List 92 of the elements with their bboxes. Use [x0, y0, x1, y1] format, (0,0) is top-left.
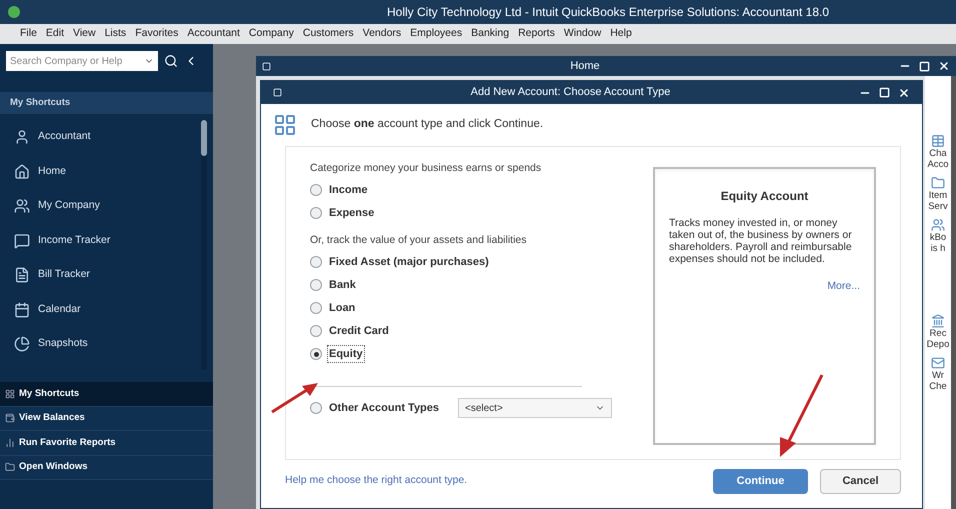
- search-field[interactable]: Search Company or Help: [6, 51, 158, 71]
- menu-item[interactable]: Accountant: [187, 26, 240, 42]
- home-item-label: kBo: [930, 232, 946, 243]
- sidebar-item[interactable]: Calendar: [0, 292, 202, 327]
- account-list-icon: [273, 113, 297, 137]
- radio-label[interactable]: Expense: [327, 204, 376, 222]
- sidebar-section[interactable]: My Shortcuts: [0, 382, 214, 406]
- home-item-label: Item: [928, 190, 948, 201]
- window-menu-icon[interactable]: [262, 62, 271, 70]
- cancel-button[interactable]: Cancel: [820, 468, 901, 494]
- sidebar-section[interactable]: View Balances: [0, 406, 214, 431]
- sidebar-header: My Shortcuts: [0, 92, 214, 114]
- radio-button[interactable]: [310, 256, 322, 268]
- menu-item[interactable]: Favorites: [135, 26, 178, 42]
- sidebar-section[interactable]: Open Windows: [0, 456, 214, 480]
- menu-item[interactable]: Company: [248, 26, 294, 42]
- pie-chart-icon: [14, 336, 30, 352]
- home-item-label: Rec: [930, 328, 946, 339]
- radio-label[interactable]: Fixed Asset (major purchases): [327, 252, 491, 272]
- maximize-icon[interactable]: [878, 87, 890, 98]
- menu-item[interactable]: Reports: [518, 26, 555, 42]
- search-icon[interactable]: [164, 54, 178, 68]
- house-icon: [14, 164, 30, 180]
- calendar-icon: [14, 302, 30, 318]
- radio-label[interactable]: Income: [327, 181, 370, 200]
- instruction-text: Choose one account type and click Continue.: [311, 117, 544, 132]
- menu-item[interactable]: Banking: [471, 26, 510, 42]
- home-title: Home: [570, 58, 600, 74]
- radio-label[interactable]: Other Account Types: [327, 398, 442, 418]
- grid-icon: [5, 388, 15, 399]
- folder-icon: [5, 462, 15, 472]
- radio-label[interactable]: Bank: [327, 276, 358, 294]
- document-icon: [14, 267, 30, 284]
- home-item-label: Depo: [926, 339, 950, 350]
- window-title: Holly City Technology Ltd - Intuit QuickBooks Enterprise Solutions: Accountant 18.0: [386, 4, 830, 21]
- close-icon[interactable]: [938, 60, 950, 72]
- people-icon[interactable]: [931, 218, 945, 232]
- menu-item[interactable]: Customers: [302, 26, 354, 42]
- table-icon[interactable]: [931, 134, 945, 148]
- help-link[interactable]: Help me choose the right account type.: [285, 473, 468, 489]
- radio-button[interactable]: [310, 302, 322, 314]
- maximize-icon[interactable]: [919, 60, 930, 72]
- description-title: Equity Account: [720, 188, 810, 205]
- radio-label[interactable]: Credit Card: [327, 322, 391, 340]
- radio-label[interactable]: Equity: [327, 344, 365, 364]
- people-icon: [14, 198, 30, 214]
- sidebar-item[interactable]: My Company: [0, 189, 202, 224]
- home-item-label: Serv: [928, 201, 948, 212]
- home-item-label: Cha: [929, 148, 947, 159]
- sidebar-item[interactable]: Income Tracker: [0, 224, 202, 258]
- window-menu-icon[interactable]: [273, 88, 282, 97]
- account-type-select[interactable]: <select>: [458, 398, 612, 418]
- chat-icon: [14, 232, 30, 249]
- menu-item[interactable]: Employees: [410, 26, 462, 42]
- radio-button[interactable]: [310, 184, 322, 196]
- menu-item[interactable]: Edit: [46, 26, 64, 42]
- group-caption: Categorize money your business earns or spends: [310, 161, 542, 176]
- menu-item[interactable]: File: [20, 26, 37, 42]
- radio-button[interactable]: [310, 348, 322, 360]
- person-icon: [14, 129, 30, 146]
- menu-item[interactable]: Vendors: [362, 26, 402, 42]
- home-item-label: Wr: [932, 370, 944, 381]
- dialog-title: Add New Account: Choose Account Type: [470, 85, 670, 100]
- menu-item[interactable]: Window: [564, 26, 602, 42]
- radio-button[interactable]: [310, 402, 322, 414]
- sidebar-item[interactable]: Bill Tracker: [0, 258, 202, 292]
- description-text: Tracks money invested in, or money taken out of, the business by owners or shareholders. Payroll and reimbursable expenses should not be included.: [669, 217, 853, 265]
- home-item-label: Acco: [927, 159, 949, 170]
- menu-item[interactable]: View: [73, 26, 96, 42]
- more-link[interactable]: More...: [827, 279, 860, 295]
- folder-icon[interactable]: [931, 176, 945, 190]
- sidebar-item[interactable]: Home: [0, 154, 202, 189]
- radio-button[interactable]: [310, 325, 322, 337]
- sidebar-item[interactable]: Accountant: [0, 120, 202, 154]
- radio-button[interactable]: [310, 207, 322, 220]
- bar-chart-icon: [5, 438, 15, 448]
- menu-item[interactable]: Lists: [104, 26, 126, 42]
- continue-button[interactable]: Continue: [713, 468, 808, 494]
- app-logo-icon: [8, 6, 20, 18]
- close-icon[interactable]: [898, 86, 910, 98]
- menu-item[interactable]: Help: [610, 26, 632, 42]
- group-caption: Or, track the value of your assets and liabilities: [310, 232, 528, 248]
- annotation-arrow: [270, 380, 320, 414]
- home-item-label: Che: [929, 381, 947, 392]
- wallet-icon: [5, 413, 15, 424]
- sidebar-item[interactable]: Snapshots: [0, 327, 202, 362]
- home-item-label: is h: [930, 243, 946, 254]
- radio-button[interactable]: [310, 279, 322, 291]
- envelope-icon[interactable]: [931, 356, 945, 370]
- radio-label[interactable]: Loan: [327, 298, 358, 318]
- bank-icon[interactable]: [931, 314, 945, 328]
- sidebar-section[interactable]: Run Favorite Reports: [0, 431, 214, 456]
